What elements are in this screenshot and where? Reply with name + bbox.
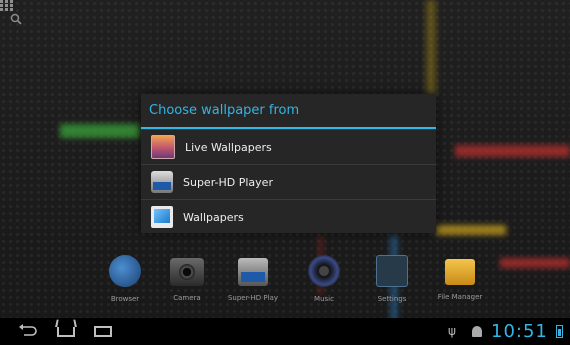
speaker-icon <box>308 255 340 287</box>
globe-icon <box>109 255 141 287</box>
choose-wallpaper-dialog: Choose wallpaper from Live Wallpapers Su… <box>141 94 436 233</box>
app-settings[interactable]: Settings <box>362 255 422 303</box>
home-screen: Browser Camera Super-HD Play Music Setti… <box>0 0 570 345</box>
recent-apps-icon[interactable] <box>94 326 112 337</box>
app-music[interactable]: Music <box>294 255 354 303</box>
app-label: File Manager <box>437 293 483 301</box>
wallpaper-streak-red <box>455 145 570 157</box>
all-apps-icon[interactable] <box>0 0 13 11</box>
option-label: Live Wallpapers <box>185 140 272 154</box>
battery-icon <box>556 325 563 338</box>
dialog-title: Choose wallpaper from <box>141 94 436 129</box>
folder-icon <box>445 259 475 285</box>
option-label: Wallpapers <box>183 210 244 224</box>
camera-icon <box>170 258 204 286</box>
app-super-hd-player[interactable]: Super-HD Play <box>223 255 283 302</box>
option-live-wallpapers[interactable]: Live Wallpapers <box>141 129 436 164</box>
back-icon[interactable] <box>18 324 38 342</box>
app-label: Camera <box>173 294 201 302</box>
wallpaper-streak-yellow-vertical <box>426 0 436 95</box>
settings-icon <box>376 255 408 287</box>
live-wallpapers-icon <box>151 135 175 159</box>
app-camera[interactable]: Camera <box>157 255 217 302</box>
option-super-hd-player[interactable]: Super-HD Player <box>141 164 436 199</box>
usb-icon: ψ <box>448 324 456 338</box>
home-dock: Browser Camera Super-HD Play Music Setti… <box>95 255 505 305</box>
wallpaper-streak-green <box>60 124 140 138</box>
status-clock: 10:51 <box>491 321 548 342</box>
option-wallpapers[interactable]: Wallpapers <box>141 199 436 234</box>
app-browser[interactable]: Browser <box>95 255 155 303</box>
hd-player-icon <box>238 258 268 286</box>
app-label: Browser <box>110 295 140 303</box>
home-icon[interactable] <box>57 327 75 337</box>
app-label: Settings <box>377 295 407 303</box>
wallpaper-streak-yellow <box>436 225 506 235</box>
wallpapers-icon <box>151 206 173 228</box>
app-label: Music <box>314 295 334 303</box>
search-icon[interactable] <box>10 13 22 29</box>
super-hd-player-icon <box>151 171 173 193</box>
wallpaper-streak-red-lower <box>500 258 570 268</box>
app-file-manager[interactable]: File Manager <box>430 255 490 301</box>
option-label: Super-HD Player <box>183 175 273 189</box>
android-debug-icon <box>472 326 482 337</box>
app-label: Super-HD Play <box>227 294 279 302</box>
system-nav-bar: ψ 10:51 <box>0 318 570 345</box>
